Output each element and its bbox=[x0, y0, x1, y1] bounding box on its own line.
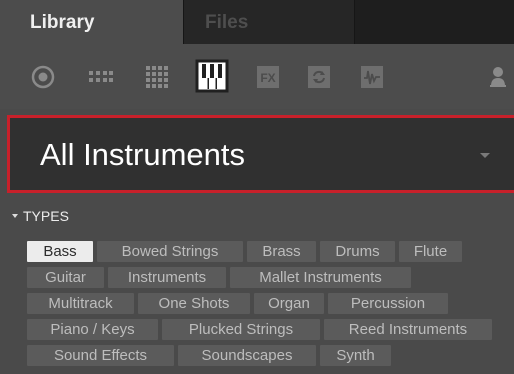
type-tag-piano-keys[interactable]: Piano / Keys bbox=[27, 319, 158, 340]
type-tag-synth[interactable]: Synth bbox=[320, 345, 391, 366]
type-tag-percussion[interactable]: Percussion bbox=[328, 293, 448, 314]
collapse-caret-icon bbox=[12, 214, 18, 218]
type-tag-one-shots[interactable]: One Shots bbox=[138, 293, 250, 314]
tab-files[interactable]: Files bbox=[183, 0, 355, 44]
type-tag-guitar[interactable]: Guitar bbox=[27, 267, 104, 288]
user-icon[interactable] bbox=[487, 62, 509, 92]
effect-fx-icon[interactable]: FX bbox=[256, 62, 280, 92]
dropdown-arrow-icon bbox=[480, 153, 490, 158]
type-tag-mallet-instruments[interactable]: Mallet Instruments bbox=[230, 267, 411, 288]
type-tag-reed-instruments[interactable]: Reed Instruments bbox=[324, 319, 492, 340]
types-panel: TYPES Bass Bowed Strings Brass Drums Flu… bbox=[0, 199, 514, 374]
type-tag-flute[interactable]: Flute bbox=[399, 241, 462, 262]
projects-icon[interactable] bbox=[30, 62, 56, 92]
types-header[interactable]: TYPES bbox=[12, 207, 69, 225]
loop-icon[interactable] bbox=[307, 62, 331, 92]
type-tag-brass[interactable]: Brass bbox=[247, 241, 316, 262]
type-tag-sound-effects[interactable]: Sound Effects bbox=[27, 345, 174, 366]
type-tag-instruments[interactable]: Instruments bbox=[108, 267, 226, 288]
type-tag-bowed-strings[interactable]: Bowed Strings bbox=[97, 241, 243, 262]
type-tag-drums[interactable]: Drums bbox=[320, 241, 395, 262]
groups-icon[interactable] bbox=[86, 62, 116, 92]
instrument-piano-icon[interactable] bbox=[194, 58, 230, 94]
tab-library[interactable]: Library bbox=[0, 0, 183, 44]
type-tag-multitrack[interactable]: Multitrack bbox=[27, 293, 134, 314]
types-header-label: TYPES bbox=[23, 208, 69, 224]
one-shot-sample-icon[interactable] bbox=[360, 62, 384, 92]
sounds-icon[interactable] bbox=[144, 62, 170, 92]
browser-tabs: Library Files bbox=[0, 0, 514, 44]
type-tag-organ[interactable]: Organ bbox=[254, 293, 324, 314]
type-tag-bass[interactable]: Bass bbox=[27, 241, 93, 262]
content-type-toolbar: FX bbox=[0, 44, 514, 109]
selector-label: All Instruments bbox=[40, 137, 246, 172]
type-tag-plucked-strings[interactable]: Plucked Strings bbox=[162, 319, 320, 340]
instrument-selector[interactable]: All Instruments bbox=[7, 115, 514, 193]
fx-label: FX bbox=[260, 71, 275, 85]
type-tag-soundscapes[interactable]: Soundscapes bbox=[178, 345, 316, 366]
